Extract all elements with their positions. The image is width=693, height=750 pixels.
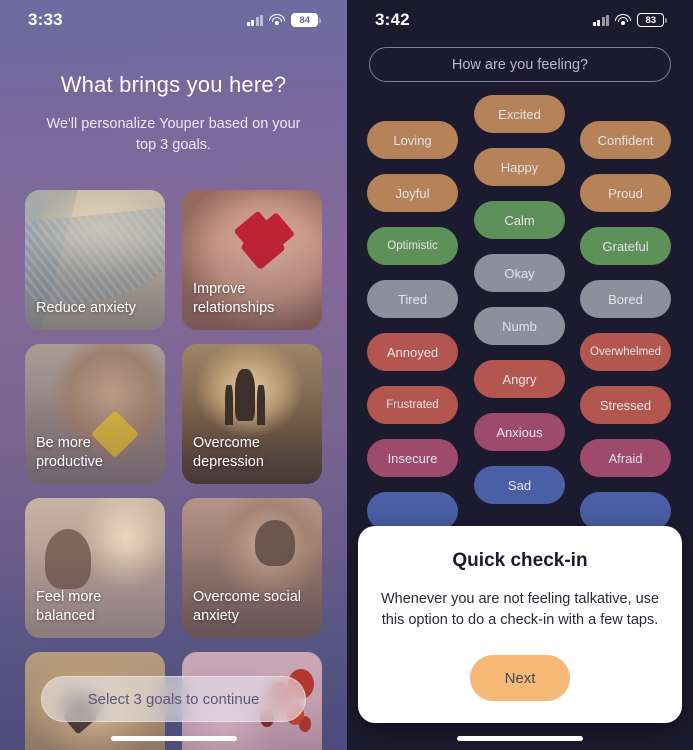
goals-screen: 3:33 84 What brings you here? We'll pers…	[0, 0, 347, 750]
status-time: 3:33	[28, 10, 63, 29]
emotion-chip-sad[interactable]: Sad	[474, 466, 565, 504]
feelings-screen: 3:42 83 How are you feeling? Loving Joyfu…	[347, 0, 693, 750]
status-bar-right: 3:42 83	[347, 0, 693, 40]
emotion-chip-overwhelmed[interactable]: Overwhelmed	[580, 333, 671, 371]
modal-body: Whenever you are not feeling talkative, …	[380, 590, 660, 629]
status-time: 3:42	[375, 10, 410, 29]
emotion-chip-happy[interactable]: Happy	[474, 148, 565, 186]
emotion-chip-numb[interactable]: Numb	[474, 307, 565, 345]
battery-tip	[319, 17, 321, 23]
emotion-chip-tired[interactable]: Tired	[367, 280, 458, 318]
emotion-chip-loving[interactable]: Loving	[367, 121, 458, 159]
wifi-icon	[615, 14, 632, 26]
battery-tip	[665, 17, 667, 23]
page-subtitle: We'll personalize Youper based on your t…	[46, 116, 301, 154]
status-bar-left: 3:33 84	[0, 0, 347, 40]
home-indicator-right	[457, 736, 583, 741]
quick-checkin-modal: Quick check-in Whenever you are not feel…	[358, 525, 682, 723]
goal-card-be-more-productive[interactable]: Be more productive	[25, 344, 165, 484]
wifi-icon	[269, 14, 286, 26]
goal-label: Feel more balanced	[36, 588, 102, 624]
next-button[interactable]: Next	[470, 655, 570, 701]
feeling-input[interactable]: How are you feeling?	[369, 47, 671, 82]
emotion-chip-angry[interactable]: Angry	[474, 360, 565, 398]
goal-label: Overcome depression	[193, 434, 264, 470]
goal-card-overcome-depression[interactable]: Overcome depression	[182, 344, 322, 484]
goal-grid: Reduce anxiety Improve relationships Be …	[25, 190, 322, 750]
battery-icon: 84	[291, 13, 321, 27]
select-goals-button[interactable]: Select 3 goals to continue	[41, 676, 306, 722]
cellular-signal-icon	[592, 14, 610, 26]
emotion-chip-grid: Loving Joyful Optimistic Tired Annoyed Frustr…	[347, 95, 693, 555]
status-indicators: 84	[246, 13, 321, 27]
emotion-chip-excited[interactable]: Excited	[474, 95, 565, 133]
cta-container: Select 3 goals to continue	[41, 676, 306, 722]
modal-title: Quick check-in	[452, 549, 588, 571]
goals-header: What brings you here? We'll personalize …	[0, 72, 347, 156]
emotion-chip-frustrated[interactable]: Frustrated	[367, 386, 458, 424]
battery-level: 83	[637, 13, 665, 27]
emotion-chip-calm[interactable]: Calm	[474, 201, 565, 239]
emotion-chip-confident[interactable]: Confident	[580, 121, 671, 159]
page-title: What brings you here?	[60, 72, 287, 97]
goal-label: Be more productive	[36, 434, 103, 470]
emotion-chip-proud[interactable]: Proud	[580, 174, 671, 212]
emotion-chip-insecure[interactable]: Insecure	[367, 439, 458, 477]
emotion-chip-bored[interactable]: Bored	[580, 280, 671, 318]
goal-card-improve-relationships[interactable]: Improve relationships	[182, 190, 322, 330]
emotion-chip-okay[interactable]: Okay	[474, 254, 565, 292]
goal-label: Reduce anxiety	[36, 299, 136, 316]
emotion-chip-stressed[interactable]: Stressed	[580, 386, 671, 424]
emotion-chip-anxious[interactable]: Anxious	[474, 413, 565, 451]
goal-label: Improve relationships	[193, 280, 275, 316]
goal-card-feel-more-balanced[interactable]: Feel more balanced	[25, 498, 165, 638]
emotion-chip-annoyed[interactable]: Annoyed	[367, 333, 458, 371]
status-indicators: 83	[592, 13, 667, 27]
cellular-signal-icon	[246, 14, 264, 26]
goal-card-overcome-social-anxiety[interactable]: Overcome social anxiety	[182, 498, 322, 638]
emotion-chip-joyful[interactable]: Joyful	[367, 174, 458, 212]
goal-card-reduce-anxiety[interactable]: Reduce anxiety	[25, 190, 165, 330]
emotion-chip-grateful[interactable]: Grateful	[580, 227, 671, 265]
goal-label: Overcome social anxiety	[193, 588, 301, 624]
emotion-column-center: Excited Happy Calm Okay Numb Angry Anxious Sad	[474, 95, 565, 504]
battery-level: 84	[291, 13, 319, 27]
emotion-chip-optimistic[interactable]: Optimistic	[367, 227, 458, 265]
emotion-column-right: Confident Proud Grateful Bored Overwhelmed St…	[580, 95, 671, 530]
emotion-chip-afraid[interactable]: Afraid	[580, 439, 671, 477]
home-indicator-left	[110, 736, 237, 741]
emotion-chip-hidden[interactable]	[367, 492, 458, 530]
emotion-column-left: Loving Joyful Optimistic Tired Annoyed Frustr…	[367, 95, 458, 530]
emotion-chip-hidden[interactable]	[580, 492, 671, 530]
battery-icon: 83	[637, 13, 667, 27]
